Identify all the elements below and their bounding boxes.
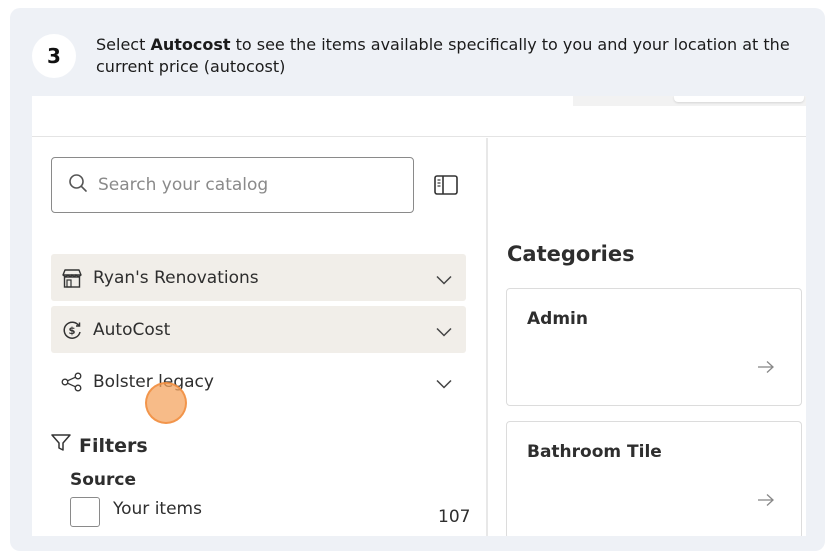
top-tab-button[interactable] [674, 96, 804, 102]
tutorial-frame: 3 Select Autocost to see the items avail… [10, 8, 825, 551]
category-card-bathroom-tile[interactable]: Bathroom Tile [506, 421, 802, 536]
search-input[interactable] [98, 175, 398, 195]
arrow-right-icon [757, 359, 775, 378]
arrow-right-icon [757, 492, 775, 511]
svg-text:$: $ [69, 326, 76, 337]
autocost-selector[interactable]: $ AutoCost [51, 306, 466, 353]
storefront-icon [61, 267, 83, 289]
search-box[interactable] [51, 157, 414, 213]
pane-divider [486, 138, 488, 536]
legacy-selector[interactable]: Bolster legacy [51, 358, 466, 405]
filter-funnel-icon [51, 434, 71, 457]
category-name: Bathroom Tile [527, 442, 662, 462]
company-selector[interactable]: Ryan's Renovations [51, 254, 466, 301]
click-indicator [145, 382, 187, 424]
dollar-cycle-icon: $ [61, 319, 83, 341]
search-icon [68, 173, 88, 197]
source-label: Source [70, 470, 137, 490]
step-instruction: Select Autocost to see the items availab… [96, 34, 811, 78]
panel-toggle-icon[interactable] [434, 174, 458, 196]
category-card-admin[interactable]: Admin [506, 288, 802, 406]
autocost-selector-label: AutoCost [93, 319, 171, 340]
app-screenshot: Ryan's Renovations $ AutoCost Bolster le… [32, 96, 806, 536]
step-text-before: Select [96, 35, 151, 54]
your-items-label: Your items [113, 499, 202, 519]
filters-title: Filters [79, 434, 148, 457]
category-name: Admin [527, 309, 588, 329]
share-nodes-icon [61, 371, 83, 393]
chevron-down-icon [436, 322, 452, 341]
filters-heading: Filters [51, 434, 148, 457]
your-items-count: 107 [438, 507, 471, 527]
chevron-down-icon [436, 270, 452, 289]
categories-title: Categories [507, 242, 635, 266]
chevron-down-icon [436, 374, 452, 393]
step-text-bold: Autocost [150, 35, 231, 54]
step-number-badge: 3 [32, 34, 76, 78]
company-selector-label: Ryan's Renovations [93, 267, 259, 288]
your-items-checkbox[interactable] [70, 497, 100, 527]
step-header: 3 Select Autocost to see the items avail… [10, 8, 825, 96]
